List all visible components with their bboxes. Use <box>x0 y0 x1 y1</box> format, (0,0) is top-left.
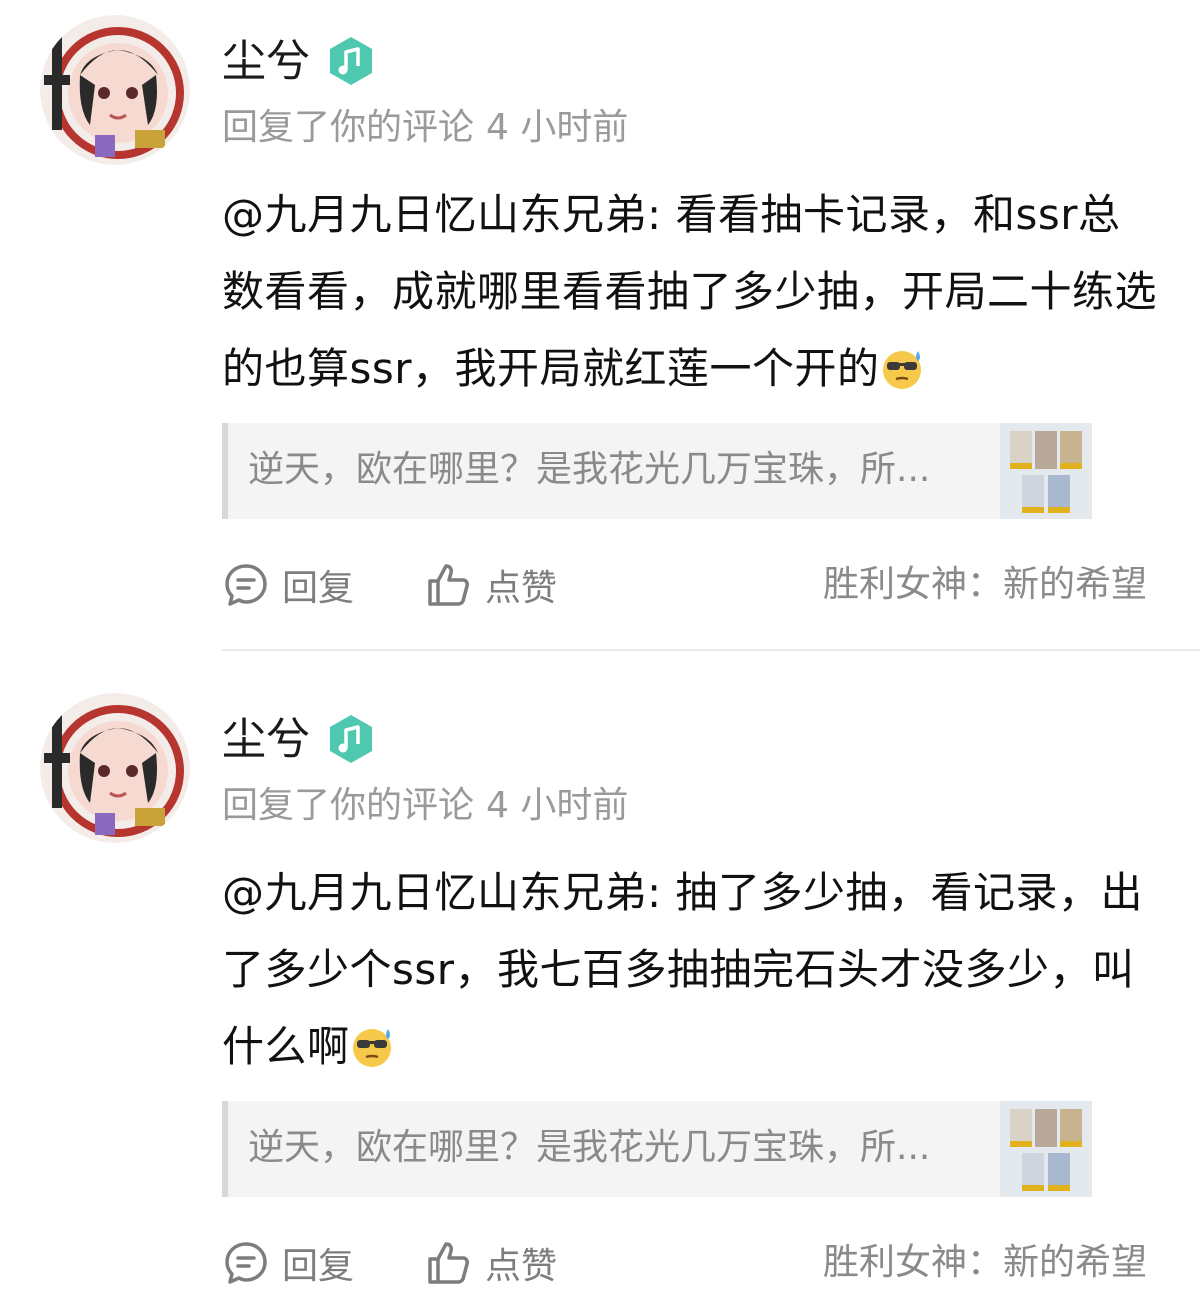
reply-action-text: 回复了你的评论 <box>222 107 475 148</box>
reply-button[interactable]: 回复 <box>222 555 354 615</box>
cool-sweat-emoji-icon <box>352 1029 391 1067</box>
thumbs-up-icon <box>428 564 469 606</box>
cool-sweat-emoji-icon <box>882 351 921 389</box>
comment-body[interactable]: @九月九日忆山东兄弟: 抽了多少抽，看记录，出了多少个ssr，我七百多抽抽完石头… <box>222 854 1157 1085</box>
username[interactable]: 尘兮 <box>222 710 310 770</box>
timestamp: 4 小时前 <box>486 107 629 148</box>
action-bar: 回复 点赞 胜利女神：新的希望 <box>222 1233 1147 1293</box>
user-avatar[interactable] <box>40 15 190 165</box>
like-label: 点赞 <box>485 568 558 609</box>
reply-button[interactable]: 回复 <box>222 1233 354 1293</box>
comment-text: @九月九日忆山东兄弟: 看看抽卡记录，和ssr总数看看，成就哪里看看抽了多少抽，… <box>222 190 1158 393</box>
reply-action-text: 回复了你的评论 <box>222 785 475 826</box>
username[interactable]: 尘兮 <box>222 32 310 92</box>
user-avatar[interactable] <box>40 693 190 843</box>
game-tag[interactable]: 胜利女神：新的希望 <box>823 555 1147 615</box>
thumbs-up-icon <box>428 1242 469 1284</box>
quoted-thumbnail[interactable] <box>1000 1101 1092 1197</box>
comment-meta: 回复了你的评论 4 小时前 <box>222 103 628 153</box>
like-button[interactable]: 点赞 <box>425 555 557 615</box>
comment-bubble-icon <box>225 1242 267 1284</box>
quoted-comment[interactable]: 逆天，欧在哪里？是我花光几万宝珠，所... <box>222 1101 1092 1197</box>
quoted-text: 逆天，欧在哪里？是我花光几万宝珠，所... <box>248 1127 931 1168</box>
reply-label: 回复 <box>282 1246 355 1287</box>
comment-body[interactable]: @九月九日忆山东兄弟: 看看抽卡记录，和ssr总数看看，成就哪里看看抽了多少抽，… <box>222 176 1157 407</box>
action-bar: 回复 点赞 胜利女神：新的希望 <box>222 555 1147 615</box>
like-label: 点赞 <box>485 1246 558 1287</box>
music-note-icon <box>326 714 376 764</box>
like-button[interactable]: 点赞 <box>425 1233 557 1293</box>
music-note-icon <box>326 36 376 86</box>
game-tag[interactable]: 胜利女神：新的希望 <box>823 1233 1147 1293</box>
comment-bubble-icon <box>225 564 267 606</box>
quoted-thumbnail[interactable] <box>1000 423 1092 519</box>
divider <box>222 649 1200 651</box>
reply-label: 回复 <box>282 568 355 609</box>
quoted-comment[interactable]: 逆天，欧在哪里？是我花光几万宝珠，所... <box>222 423 1092 519</box>
timestamp: 4 小时前 <box>486 785 629 826</box>
comment-meta: 回复了你的评论 4 小时前 <box>222 781 628 831</box>
quoted-text: 逆天，欧在哪里？是我花光几万宝珠，所... <box>248 449 931 490</box>
